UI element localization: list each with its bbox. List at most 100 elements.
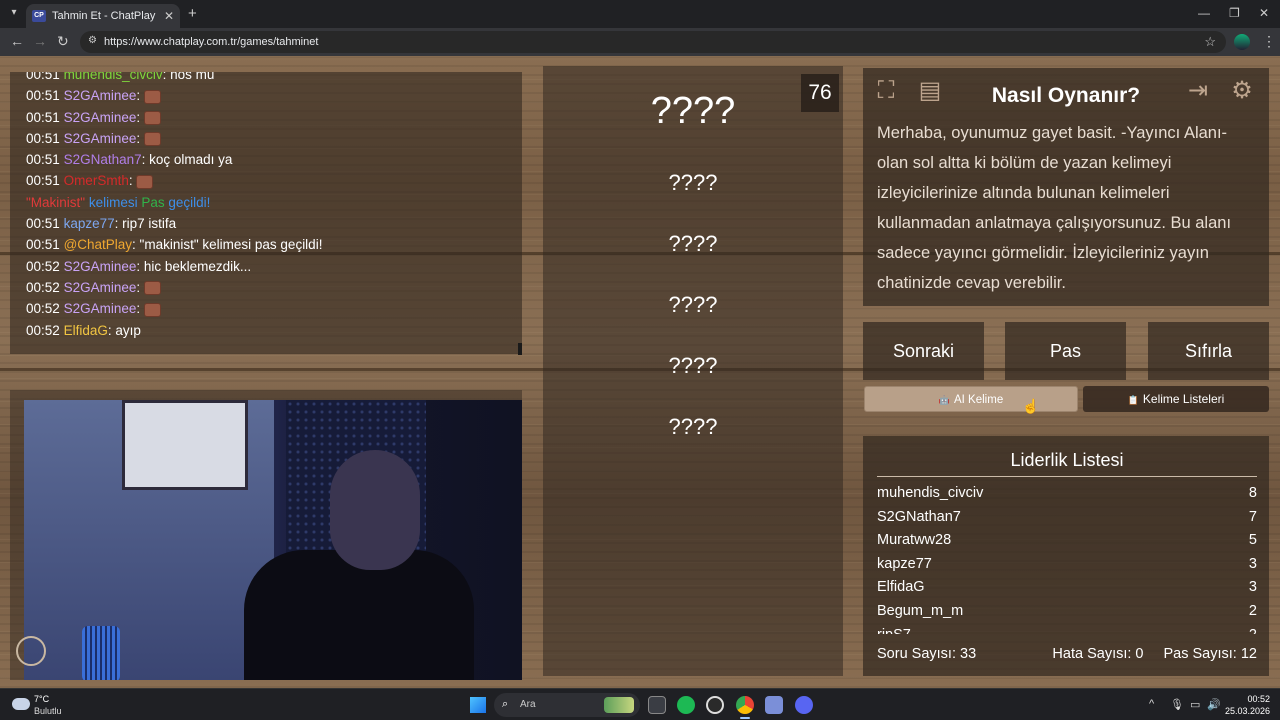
chat-message: 00:52 S2GAminee: — [26, 277, 522, 298]
chat-message: 00:51 S2GAminee: — [26, 128, 522, 149]
microphone-icon[interactable]: 🎙 — [1170, 698, 1184, 711]
tab-search-icon[interactable]: ▾ — [6, 5, 22, 21]
leaderboard-list[interactable]: muhendis_civciv 8 S2GNathan7 7 Muratww28 5 … — [877, 482, 1257, 634]
profile-avatar[interactable] — [1234, 34, 1250, 50]
game-stats: Soru Sayısı: 33 Hata Sayısı: 0 Pas Sayıs… — [877, 646, 1257, 662]
reload-icon[interactable]: ↻ — [57, 33, 69, 50]
robot-icon: 🤖 — [938, 395, 950, 405]
bookmark-star-icon[interactable]: ☆ — [1204, 34, 1216, 50]
chat-message: 00:51 @ChatPlay: "makinist" kelimesi pas… — [26, 237, 323, 253]
question-count: Soru Sayısı: 33 — [877, 646, 977, 662]
active-app-indicator — [740, 717, 750, 719]
clock-time[interactable]: 00:52 — [1236, 694, 1270, 704]
leaderboard-row: ElfidaG 3 — [877, 579, 1257, 596]
taskbar-search[interactable]: ⌕ Ara — [494, 693, 640, 717]
volume-icon[interactable]: 🔊 — [1207, 698, 1221, 711]
emote-icon — [143, 302, 161, 317]
browser-toolbar: ← → ↻ ⚙ https://www.chatplay.com.tr/game… — [0, 28, 1280, 56]
emote-icon — [136, 174, 154, 189]
leaderboard-panel: Liderlik Listesi muhendis_civciv 8 S2GNat… — [863, 436, 1269, 676]
chat-message: 00:51 S2GNathan7: koç olmadı ya — [26, 152, 233, 168]
display-icon[interactable]: ▭ — [1190, 698, 1200, 711]
emote-icon — [143, 89, 161, 104]
forbidden-word: ???? — [668, 292, 718, 317]
chrome-icon[interactable] — [736, 696, 754, 714]
chat-message: 00:51 OmerSmth: — [26, 170, 522, 191]
chat-message: 00:51 S2GAminee: — [26, 107, 522, 128]
how-to-play-panel: ⛶ ▤ Nasıl Oynanır? ⇥ ⚙ Merhaba, oyunumuz… — [863, 68, 1269, 306]
chat-message: 00:52 S2GAminee: hic beklemezdik... — [26, 258, 252, 274]
tab-title: Tahmin Et - ChatPlay — [52, 10, 156, 22]
emote-icon — [143, 111, 161, 126]
close-tab-icon[interactable]: ✕ — [164, 9, 174, 23]
round-control-button[interactable] — [16, 636, 46, 666]
tab-favicon: CP — [32, 10, 46, 22]
back-icon[interactable]: ← — [10, 33, 24, 49]
close-window-icon[interactable]: ✕ — [1259, 6, 1269, 20]
webcam-panel — [10, 390, 522, 680]
ai-word-label: AI Kelime — [954, 394, 1004, 406]
restore-icon[interactable]: ❐ — [1229, 6, 1240, 20]
search-placeholder: Ara — [520, 699, 536, 710]
leaderboard-row: ripS72 — [877, 624, 1257, 634]
chat-message: 00:51 muhendis_civciv: nos mu — [26, 72, 215, 82]
exit-icon[interactable]: ⇥ — [1181, 74, 1215, 108]
new-tab-icon[interactable]: + — [188, 5, 197, 22]
weather-description[interactable]: Bulutlu — [34, 706, 62, 716]
ai-word-button[interactable]: 🤖 AI Kelime — [864, 386, 1078, 412]
settings-icon[interactable]: ⚙ — [1225, 74, 1259, 108]
task-view-icon[interactable] — [648, 696, 666, 714]
browser-tab-bar: ▾ CP Tahmin Et - ChatPlay ✕ + — ❐ ✕ — [0, 0, 1280, 28]
search-icon: ⌕ — [502, 698, 509, 710]
webcam-video — [24, 400, 522, 680]
webcam-wall-picture — [122, 400, 248, 490]
site-info-icon[interactable]: ⚙ — [88, 35, 100, 49]
chat-panel: 00:51 muhendis_civciv: nos mu 00:51 S2GA… — [10, 72, 522, 354]
webcam-person-body — [244, 550, 474, 680]
word-lists-label: Kelime Listeleri — [1142, 392, 1225, 406]
main-word: ???? — [650, 90, 736, 132]
leaderboard-row: S2GNathan7 7 — [877, 508, 1257, 525]
browser-tab[interactable]: CP Tahmin Et - ChatPlay ✕ — [26, 4, 180, 28]
spotify-icon[interactable] — [677, 696, 695, 714]
chat-message: 00:51 kapze77: rip7 istifa — [26, 216, 177, 232]
streamdeck-icon[interactable] — [765, 696, 783, 714]
next-button[interactable]: Sonraki — [863, 322, 984, 380]
minimize-icon[interactable]: — — [1198, 6, 1210, 20]
url-text[interactable]: https://www.chatplay.com.tr/games/tahmin… — [104, 36, 318, 48]
reset-button[interactable]: Sıfırla — [1148, 322, 1269, 380]
how-to-play-title: Nasıl Oynanır? — [991, 84, 1141, 107]
discord-icon[interactable] — [795, 696, 813, 714]
chat-scrollbar[interactable] — [518, 343, 522, 355]
browser-menu-icon[interactable]: ⋮ — [1262, 33, 1276, 50]
obs-icon[interactable] — [706, 696, 724, 714]
webcam-person-head — [330, 450, 420, 570]
windows-start-icon[interactable] — [470, 697, 486, 713]
webcam-speaker — [82, 626, 120, 680]
pass-button[interactable]: Pas — [1005, 322, 1126, 380]
mouse-cursor-icon: ☝ — [1022, 398, 1040, 414]
weather-temperature[interactable]: 7°C — [34, 694, 49, 704]
word-panel: 76 ???? ???? ???? ???? ???? ???? — [543, 66, 843, 676]
emote-icon — [143, 281, 161, 296]
forbidden-word: ???? — [668, 414, 718, 439]
leaderboard-row: muhendis_civciv 8 — [877, 485, 1257, 501]
clock-date[interactable]: 25.03.2026 — [1222, 706, 1270, 716]
leaderboard-row: Muratww28 5 — [877, 532, 1257, 549]
tray-overflow-icon[interactable]: ^ — [1149, 698, 1154, 710]
game-page: 00:51 muhendis_civciv: nos mu 00:51 S2GA… — [0, 56, 1280, 688]
forbidden-word: ???? — [668, 231, 718, 256]
pass-count: Pas Sayısı: 12 — [1163, 646, 1258, 662]
expand-icon[interactable]: ⛶ — [869, 74, 903, 108]
forward-icon[interactable]: → — [33, 33, 47, 49]
word-lists-button[interactable]: 📋 Kelime Listeleri — [1083, 386, 1269, 412]
chat-message: 00:51 S2GAminee: — [26, 85, 522, 106]
error-count: Hata Sayısı: 0 — [1052, 646, 1144, 662]
chat-message: 00:52 S2GAminee: — [26, 298, 522, 319]
leaderboard-row: Begum_m_m 2 — [877, 602, 1257, 619]
address-bar[interactable]: ⚙ https://www.chatplay.com.tr/games/tahm… — [80, 31, 1226, 53]
notes-icon[interactable]: ▤ — [913, 74, 947, 108]
chat-system-message: "Makinist" kelimesi Pas geçildi! — [26, 194, 211, 210]
cloud-icon[interactable] — [12, 698, 30, 710]
search-highlight-image — [604, 697, 634, 713]
